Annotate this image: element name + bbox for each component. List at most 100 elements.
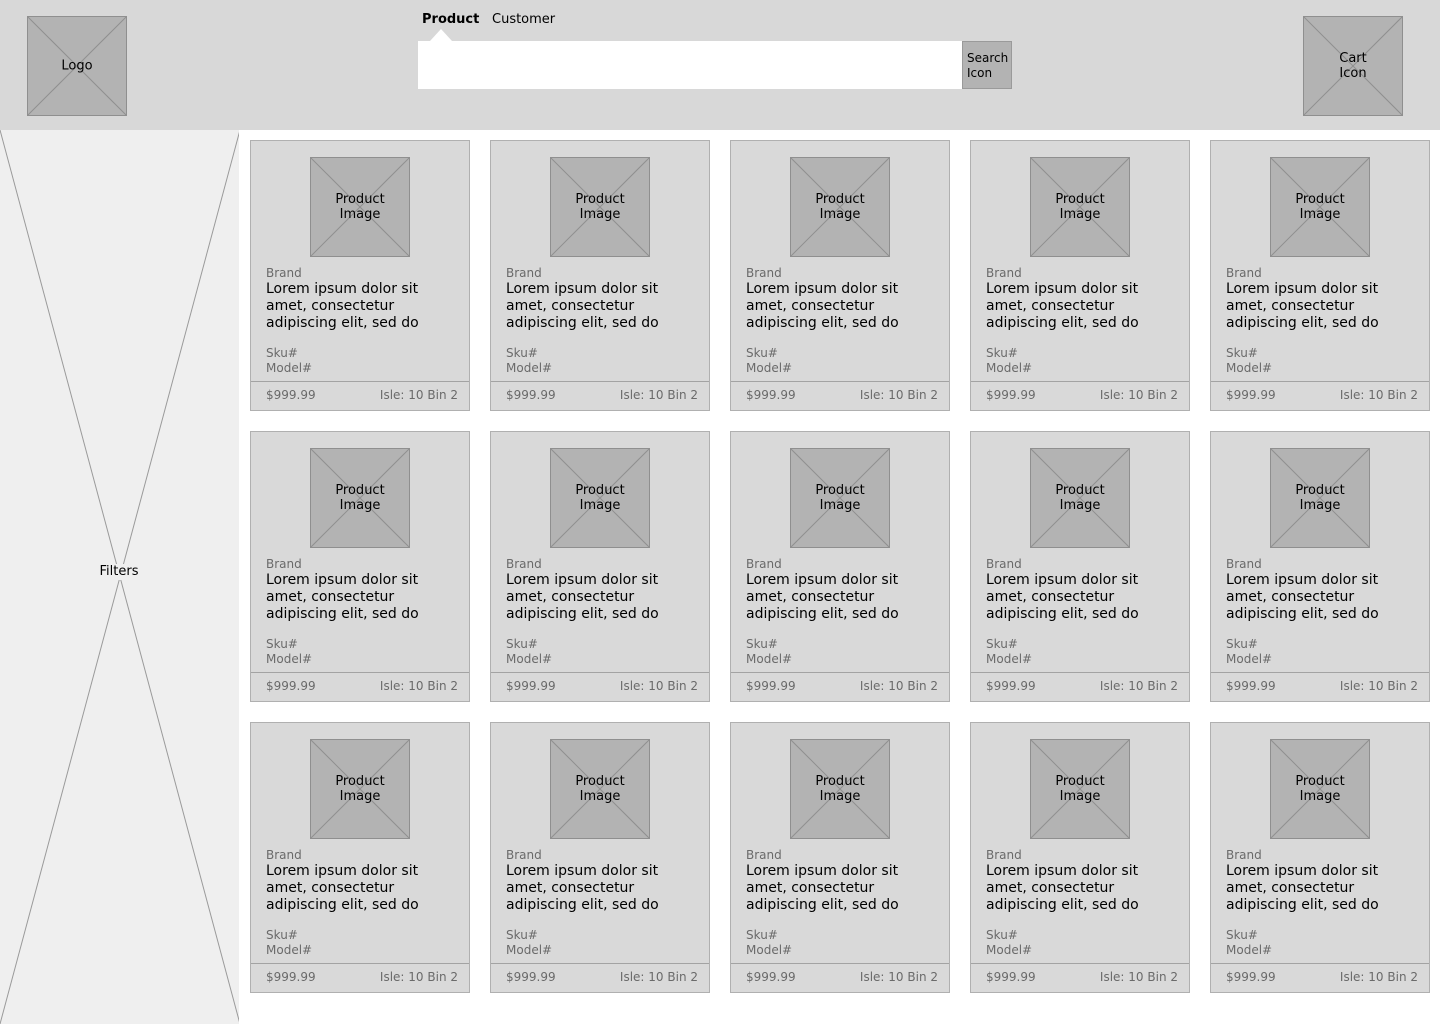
product-sku: Sku# bbox=[266, 928, 298, 942]
product-price: $999.99 bbox=[506, 970, 556, 984]
product-description[interactable]: Lorem ipsum dolor sit amet, consectetur … bbox=[266, 572, 461, 623]
product-location: Isle: 10 Bin 2 bbox=[379, 679, 458, 693]
product-description[interactable]: Lorem ipsum dolor sit amet, consectetur … bbox=[986, 863, 1181, 914]
product-sku: Sku# bbox=[506, 346, 538, 360]
product-description[interactable]: Lorem ipsum dolor sit amet, consectetur … bbox=[746, 281, 941, 332]
product-image-label: Product Image bbox=[335, 192, 385, 222]
product-description[interactable]: Lorem ipsum dolor sit amet, consectetur … bbox=[986, 572, 1181, 623]
product-price: $999.99 bbox=[986, 679, 1036, 693]
product-image[interactable]: Product Image bbox=[310, 448, 410, 548]
product-sku: Sku# bbox=[746, 637, 778, 651]
product-price: $999.99 bbox=[746, 388, 796, 402]
product-description[interactable]: Lorem ipsum dolor sit amet, consectetur … bbox=[506, 572, 701, 623]
card-divider bbox=[1211, 672, 1429, 673]
product-brand: Brand bbox=[1226, 848, 1262, 862]
product-image[interactable]: Product Image bbox=[1030, 448, 1130, 548]
product-description[interactable]: Lorem ipsum dolor sit amet, consectetur … bbox=[266, 863, 461, 914]
product-card[interactable]: Product Image Brand Lorem ipsum dolor sit … bbox=[1210, 722, 1430, 993]
product-price: $999.99 bbox=[506, 679, 556, 693]
product-image[interactable]: Product Image bbox=[310, 157, 410, 257]
product-sku: Sku# bbox=[266, 637, 298, 651]
product-card[interactable]: Product Image Brand Lorem ipsum dolor sit … bbox=[730, 140, 950, 411]
product-price: $999.99 bbox=[986, 970, 1036, 984]
card-divider bbox=[491, 672, 709, 673]
product-card[interactable]: Product Image Brand Lorem ipsum dolor sit … bbox=[250, 431, 470, 702]
card-divider bbox=[971, 381, 1189, 382]
product-description[interactable]: Lorem ipsum dolor sit amet, consectetur … bbox=[746, 863, 941, 914]
product-image[interactable]: Product Image bbox=[790, 448, 890, 548]
logo[interactable]: Logo bbox=[27, 16, 127, 116]
search-input[interactable] bbox=[418, 41, 962, 89]
tab-customer[interactable]: Customer bbox=[492, 12, 555, 28]
product-location: Isle: 10 Bin 2 bbox=[1099, 388, 1178, 402]
card-divider bbox=[1211, 963, 1429, 964]
product-model: Model# bbox=[746, 943, 793, 957]
product-brand: Brand bbox=[506, 557, 542, 571]
product-description[interactable]: Lorem ipsum dolor sit amet, consectetur … bbox=[506, 863, 701, 914]
product-description[interactable]: Lorem ipsum dolor sit amet, consectetur … bbox=[1226, 863, 1421, 914]
product-price: $999.99 bbox=[266, 679, 316, 693]
active-tab-caret-icon bbox=[430, 29, 452, 41]
product-sku: Sku# bbox=[986, 346, 1018, 360]
product-image[interactable]: Product Image bbox=[790, 739, 890, 839]
product-price: $999.99 bbox=[986, 388, 1036, 402]
product-card[interactable]: Product Image Brand Lorem ipsum dolor sit … bbox=[730, 722, 950, 993]
product-price: $999.99 bbox=[746, 679, 796, 693]
card-divider bbox=[251, 963, 469, 964]
product-image-label: Product Image bbox=[815, 774, 865, 804]
product-model: Model# bbox=[1226, 652, 1273, 666]
product-card[interactable]: Product Image Brand Lorem ipsum dolor sit … bbox=[490, 722, 710, 993]
product-image-label: Product Image bbox=[335, 483, 385, 513]
product-description[interactable]: Lorem ipsum dolor sit amet, consectetur … bbox=[986, 281, 1181, 332]
product-image[interactable]: Product Image bbox=[550, 157, 650, 257]
product-card[interactable]: Product Image Brand Lorem ipsum dolor sit … bbox=[970, 140, 1190, 411]
product-image[interactable]: Product Image bbox=[550, 448, 650, 548]
product-model: Model# bbox=[266, 943, 313, 957]
card-divider bbox=[971, 672, 1189, 673]
product-brand: Brand bbox=[746, 557, 782, 571]
filters-sidebar[interactable]: Filters bbox=[0, 130, 240, 1024]
product-image[interactable]: Product Image bbox=[310, 739, 410, 839]
product-description[interactable]: Lorem ipsum dolor sit amet, consectetur … bbox=[1226, 572, 1421, 623]
product-image-label: Product Image bbox=[575, 192, 625, 222]
product-image-label: Product Image bbox=[815, 192, 865, 222]
product-sku: Sku# bbox=[266, 346, 298, 360]
tab-product[interactable]: Product bbox=[422, 12, 479, 28]
product-image[interactable]: Product Image bbox=[1270, 739, 1370, 839]
product-model: Model# bbox=[1226, 361, 1273, 375]
product-location: Isle: 10 Bin 2 bbox=[379, 970, 458, 984]
product-card[interactable]: Product Image Brand Lorem ipsum dolor sit … bbox=[970, 722, 1190, 993]
product-location: Isle: 10 Bin 2 bbox=[1099, 970, 1178, 984]
card-divider bbox=[491, 381, 709, 382]
product-image[interactable]: Product Image bbox=[1030, 157, 1130, 257]
search-button[interactable]: Search Icon bbox=[962, 41, 1012, 89]
product-description[interactable]: Lorem ipsum dolor sit amet, consectetur … bbox=[266, 281, 461, 332]
product-card[interactable]: Product Image Brand Lorem ipsum dolor sit … bbox=[250, 140, 470, 411]
product-card[interactable]: Product Image Brand Lorem ipsum dolor sit … bbox=[1210, 431, 1430, 702]
product-image[interactable]: Product Image bbox=[1270, 448, 1370, 548]
product-card[interactable]: Product Image Brand Lorem ipsum dolor sit … bbox=[970, 431, 1190, 702]
product-image[interactable]: Product Image bbox=[1270, 157, 1370, 257]
cart-icon[interactable]: Cart Icon bbox=[1303, 16, 1403, 116]
product-card[interactable]: Product Image Brand Lorem ipsum dolor sit … bbox=[490, 431, 710, 702]
product-card[interactable]: Product Image Brand Lorem ipsum dolor sit … bbox=[1210, 140, 1430, 411]
product-description[interactable]: Lorem ipsum dolor sit amet, consectetur … bbox=[1226, 281, 1421, 332]
product-image[interactable]: Product Image bbox=[790, 157, 890, 257]
card-divider bbox=[731, 381, 949, 382]
product-card[interactable]: Product Image Brand Lorem ipsum dolor sit … bbox=[250, 722, 470, 993]
product-location: Isle: 10 Bin 2 bbox=[859, 679, 938, 693]
product-image-label: Product Image bbox=[1055, 774, 1105, 804]
card-divider bbox=[491, 963, 709, 964]
product-card[interactable]: Product Image Brand Lorem ipsum dolor sit … bbox=[490, 140, 710, 411]
product-sku: Sku# bbox=[746, 928, 778, 942]
cart-label: Cart Icon bbox=[1339, 51, 1367, 81]
product-location: Isle: 10 Bin 2 bbox=[619, 970, 698, 984]
product-location: Isle: 10 Bin 2 bbox=[1339, 388, 1418, 402]
product-description[interactable]: Lorem ipsum dolor sit amet, consectetur … bbox=[506, 281, 701, 332]
product-card[interactable]: Product Image Brand Lorem ipsum dolor sit … bbox=[730, 431, 950, 702]
product-price: $999.99 bbox=[266, 970, 316, 984]
product-description[interactable]: Lorem ipsum dolor sit amet, consectetur … bbox=[746, 572, 941, 623]
product-image[interactable]: Product Image bbox=[550, 739, 650, 839]
product-brand: Brand bbox=[266, 266, 302, 280]
product-image[interactable]: Product Image bbox=[1030, 739, 1130, 839]
